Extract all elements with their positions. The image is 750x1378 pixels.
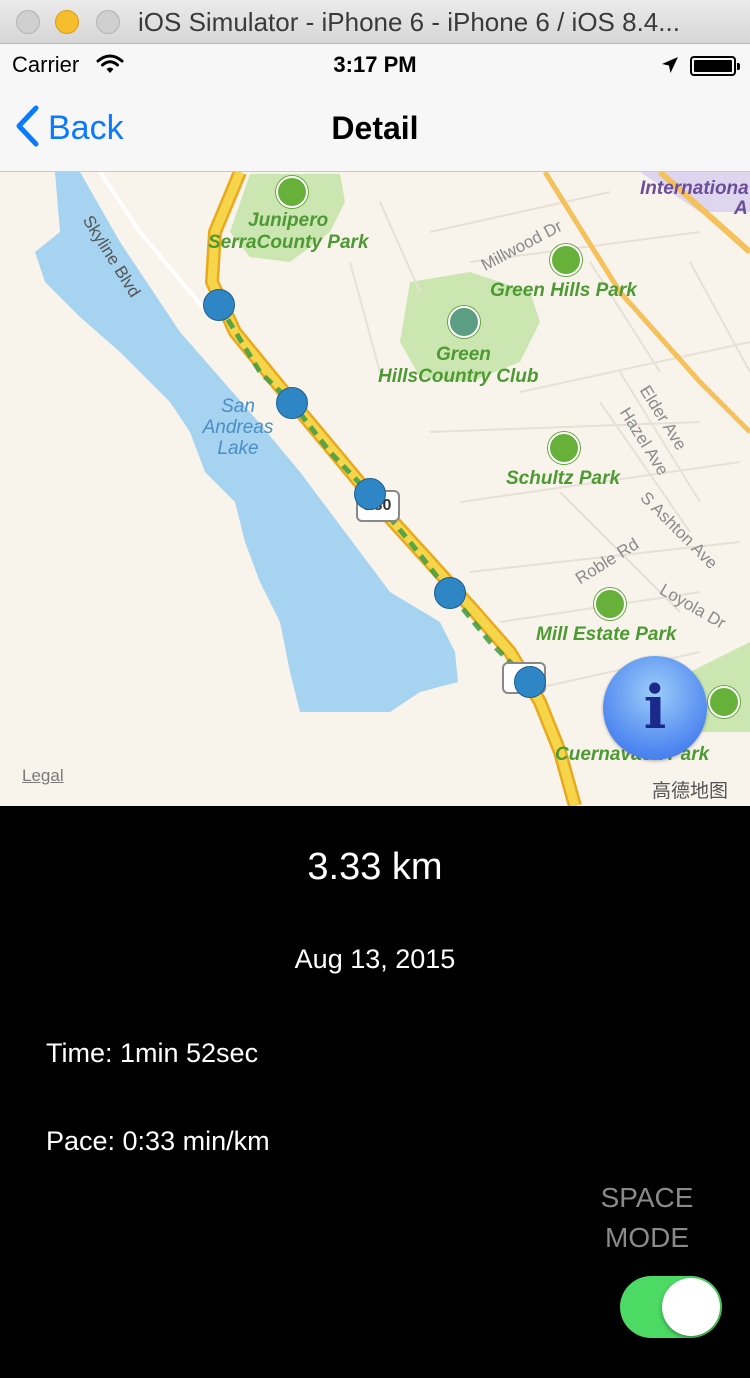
run-detail-panel: 3.33 km Aug 13, 2015 Time: 1min 52sec Pa… [0, 806, 750, 1378]
map-label-junipero: Junipero [248, 210, 329, 231]
park-icon-schultz [548, 432, 580, 464]
route-waypoint[interactable] [354, 478, 386, 510]
park-icon-right [708, 686, 740, 718]
map-label-international: Internationa [640, 178, 749, 199]
park-icon-junipero [276, 176, 308, 208]
window-title: iOS Simulator - iPhone 6 - iPhone 6 / iO… [138, 7, 680, 37]
space-mode-label-line1: SPACE [600, 1182, 694, 1213]
status-bar: Carrier 3:17 PM [0, 44, 750, 84]
map-label-green: Green [436, 344, 491, 365]
route-waypoint[interactable] [203, 289, 235, 321]
space-mode-label: SPACE MODE [580, 1178, 714, 1258]
park-icon-mill-estate [594, 588, 626, 620]
map-legal-link[interactable]: Legal [22, 766, 64, 786]
map-label-schultz-park: Schultz Park [506, 468, 621, 489]
map-label-serra-county-park: SerraCounty Park [208, 232, 369, 253]
window-zoom-button[interactable] [96, 10, 120, 34]
map-label-green-hills-park: Green Hills Park [490, 280, 637, 301]
map-label-lake: Lake [217, 438, 259, 459]
window-close-button[interactable] [16, 10, 40, 34]
battery-icon [690, 56, 740, 76]
window-titlebar: iOS Simulator - iPhone 6 - iPhone 6 / iO… [0, 0, 750, 44]
route-map[interactable]: Skyline Blvd Internationa A Junipero Ser… [0, 172, 750, 806]
map-label-hills-country-club: HillsCountry Club [378, 366, 539, 387]
info-icon: i [643, 673, 667, 743]
run-distance: 3.33 km [307, 846, 443, 888]
map-provider-attribution: 高德地图 [652, 781, 729, 802]
map-label-san: San [221, 396, 255, 417]
route-waypoint[interactable] [434, 577, 466, 609]
golf-icon [448, 306, 480, 338]
page-title: Detail [331, 110, 419, 146]
route-waypoint[interactable] [276, 387, 308, 419]
map-label-mill-estate-park: Mill Estate Park [536, 624, 677, 645]
park-icon-green-hills [550, 244, 582, 276]
location-arrow-icon [660, 55, 680, 80]
status-time: 3:17 PM [333, 52, 417, 77]
run-time: Time: 1min 52sec [46, 1038, 259, 1068]
navigation-bar: Back Detail [0, 84, 750, 172]
map-label-san-andreas-lake: San Andreas Lake [196, 396, 280, 459]
route-waypoint[interactable] [514, 666, 546, 698]
toggle-knob [662, 1278, 720, 1336]
map-label-andreas: Andreas [202, 417, 274, 438]
info-button[interactable]: i [603, 656, 707, 760]
run-date: Aug 13, 2015 [294, 944, 456, 974]
map-label-international-2: A [734, 198, 748, 219]
space-mode-toggle[interactable] [620, 1276, 722, 1338]
run-pace: Pace: 0:33 min/km [46, 1126, 270, 1156]
window-minimize-button[interactable] [55, 10, 79, 34]
space-mode-label-line2: MODE [605, 1222, 689, 1253]
